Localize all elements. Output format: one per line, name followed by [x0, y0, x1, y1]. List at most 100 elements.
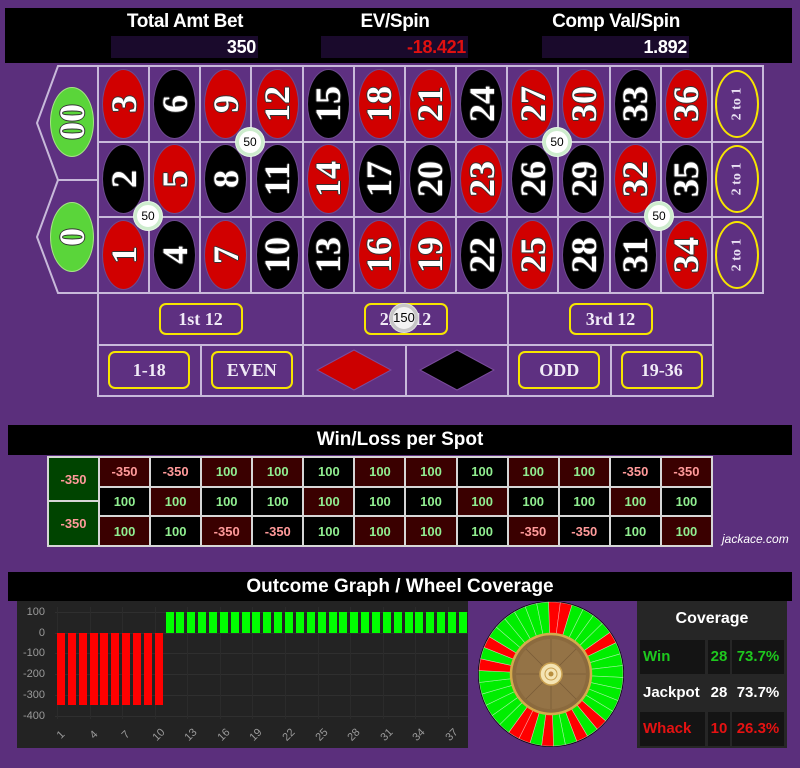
number-label: 12: [257, 85, 298, 122]
number-spot-21[interactable]: 21: [405, 67, 456, 141]
x-tick-label: 1: [54, 728, 68, 742]
number-oval: 15: [306, 68, 350, 139]
number-spot-30[interactable]: 30: [559, 67, 609, 141]
winloss-cell-9: 100: [202, 458, 252, 486]
bet-spot-odd[interactable]: ODD: [509, 345, 610, 395]
winloss-cell-00: -350: [49, 458, 98, 501]
number-spot-29[interactable]: 29: [559, 142, 609, 217]
number-spot-18[interactable]: 18: [354, 67, 404, 141]
number-spot-19[interactable]: 19: [405, 218, 456, 292]
bet-spot-even[interactable]: EVEN: [201, 345, 302, 395]
column-bet-2-to-1[interactable]: 2 to 1: [712, 67, 762, 141]
winloss-cell-29: 100: [559, 487, 609, 516]
number-spot-11[interactable]: 11: [252, 142, 302, 217]
chip-corner-8-9-11-12[interactable]: 50: [236, 128, 264, 156]
column-bet-label: 2 to 1: [729, 87, 745, 121]
chip-corner-1-2-4-5[interactable]: 50: [134, 202, 162, 230]
bar-35: [426, 612, 435, 633]
number-spot-7[interactable]: 7: [201, 218, 251, 292]
number-spot-13[interactable]: 13: [303, 218, 353, 292]
number-spot-1[interactable]: 1: [99, 218, 149, 292]
number-label: 6: [154, 94, 195, 113]
number-oval: 33: [613, 68, 657, 139]
double-zero-spot[interactable]: 00: [50, 87, 94, 157]
bar-31: [382, 612, 391, 633]
outside-label: 19-36: [620, 351, 703, 390]
bet-spot-red[interactable]: [304, 345, 405, 395]
number-spot-24[interactable]: 24: [457, 67, 507, 141]
bet-spot-1-18[interactable]: 1-18: [99, 345, 200, 395]
winloss-cell-13: 100: [304, 517, 354, 545]
number-grid: 3 6 9 12 15 18 21 24 27 30 33 36 2 to 1 2 5 8 11 14 17 20 23…: [97, 65, 764, 294]
winloss-cell-10: -350: [253, 517, 303, 545]
number-label: 18: [359, 85, 400, 122]
winloss-cell-30: 100: [559, 458, 609, 486]
coverage-percent: 26.3%: [732, 712, 784, 746]
bar-27: [339, 612, 348, 633]
number-spot-34[interactable]: 34: [661, 218, 711, 292]
total-amt-bet-value: 350: [111, 36, 258, 58]
number-spot-14[interactable]: 14: [303, 142, 353, 217]
number-spot-12[interactable]: 12: [252, 67, 302, 141]
number-spot-33[interactable]: 33: [610, 67, 660, 141]
x-tick-label: 34: [410, 726, 428, 744]
winloss-cell-15: 100: [304, 458, 354, 486]
zero-spot[interactable]: 0: [50, 202, 94, 272]
y-tick-label: -200: [22, 668, 45, 681]
x-tick-label: 19: [247, 726, 266, 744]
winloss-cell-32: 100: [610, 487, 660, 516]
number-label: 7: [205, 246, 246, 265]
number-oval: 26: [511, 144, 555, 215]
column-bet-2-to-1[interactable]: 2 to 1: [712, 218, 762, 292]
number-spot-20[interactable]: 20: [405, 142, 456, 217]
winloss-cell-33: -350: [610, 458, 660, 486]
bar-12: [176, 612, 185, 633]
winloss-cell-18: 100: [355, 458, 405, 486]
column-bet-2-to-1[interactable]: 2 to 1: [712, 142, 762, 217]
chip-2nd-12[interactable]: 150: [390, 304, 418, 332]
bar-14: [198, 612, 207, 633]
number-oval: 11: [255, 144, 299, 215]
winloss-cell-31: 100: [610, 517, 660, 545]
wheel-center-dot: [548, 671, 554, 677]
number-label: 15: [308, 85, 349, 122]
x-tick-label: 10: [150, 726, 168, 744]
number-oval: 27: [511, 68, 555, 139]
bar-6: [111, 632, 120, 706]
number-spot-10[interactable]: 10: [252, 218, 302, 292]
bet-spot-19-36[interactable]: 19-36: [611, 345, 712, 395]
number-spot-28[interactable]: 28: [559, 218, 609, 292]
ev-spin-value: -18.421: [321, 36, 468, 58]
coverage-percent: 73.7%: [736, 684, 780, 701]
number-spot-22[interactable]: 22: [457, 218, 507, 292]
outside-label: ODD: [518, 351, 601, 390]
number-spot-17[interactable]: 17: [354, 142, 404, 217]
y-gridline: [55, 715, 468, 717]
column-bet-label: 2 to 1: [729, 163, 745, 196]
winloss-cell-7: -350: [202, 517, 252, 545]
number-oval: 12: [255, 68, 299, 139]
bet-spot-3rd-12[interactable]: 3rd 12: [509, 294, 712, 344]
number-spot-3[interactable]: 3: [99, 67, 149, 141]
bet-spot-1st-12[interactable]: 1st 12: [99, 294, 302, 344]
x-tick-label: 37: [443, 726, 461, 744]
number-oval: 25: [511, 220, 555, 291]
number-spot-23[interactable]: 23: [457, 142, 507, 217]
number-spot-4[interactable]: 4: [150, 218, 200, 292]
number-spot-25[interactable]: 25: [508, 218, 558, 292]
bar-5: [100, 632, 109, 706]
bet-spot-black[interactable]: [406, 345, 507, 395]
outcome-header: Outcome Graph / Wheel Coverage: [8, 572, 792, 601]
number-spot-15[interactable]: 15: [303, 67, 353, 141]
number-spot-6[interactable]: 6: [150, 67, 200, 141]
number-label: 17: [359, 161, 400, 198]
bar-7: [122, 632, 131, 706]
number-spot-36[interactable]: 36: [661, 67, 711, 141]
bar-23: [295, 612, 304, 633]
x-tick-label: 13: [182, 726, 200, 744]
number-spot-31[interactable]: 31: [610, 218, 660, 292]
column-bet-oval: 2 to 1: [715, 69, 760, 138]
number-spot-16[interactable]: 16: [354, 218, 404, 292]
chip-corner-31-32-34-35[interactable]: 50: [645, 202, 673, 230]
chip-corner-26-27-29-30[interactable]: 50: [543, 128, 571, 156]
